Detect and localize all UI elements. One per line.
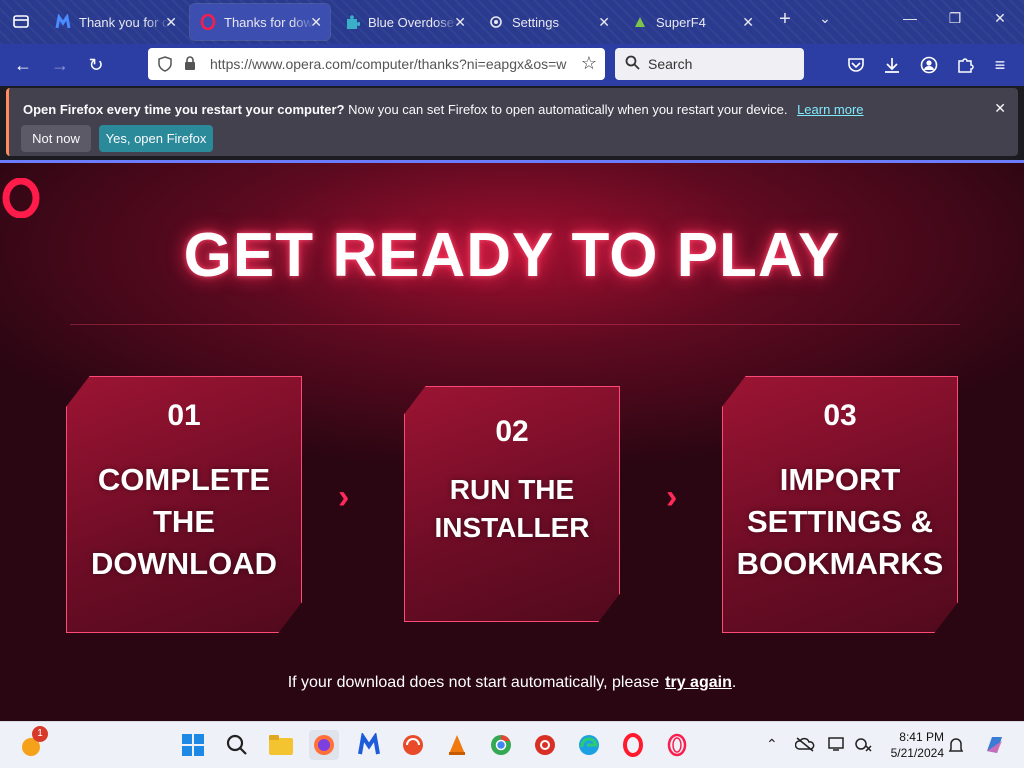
tab-label: Settings [512, 14, 559, 30]
back-button[interactable]: ← [10, 52, 36, 78]
close-icon[interactable]: ✕ [310, 14, 322, 31]
tab-blue-overdose[interactable]: Blue Overdose ✕ [334, 4, 474, 40]
tab-strip: Thank you for d ✕ Thanks for dow ✕ Blue … [0, 0, 1024, 44]
opera-gx-thanks-page: GET READY TO PLAY 01 COMPLETE THE DOWNLO… [0, 160, 1024, 721]
tab-label: Thank you for d [79, 14, 169, 30]
new-tab-button[interactable]: + [770, 8, 800, 31]
close-window-button[interactable]: ✕ [985, 10, 1015, 27]
network-disconnected-icon[interactable] [854, 736, 872, 755]
chevron-right-icon: › [338, 478, 350, 516]
search-placeholder: Search [648, 56, 693, 72]
clock-date: 5/21/2024 [890, 746, 944, 760]
tab-label: Thanks for dow [224, 14, 313, 30]
chrome-icon[interactable] [486, 730, 516, 760]
superf4-icon [632, 14, 648, 30]
edge-icon[interactable] [574, 730, 604, 760]
step-card-import: 03 IMPORT SETTINGS & BOOKMARKS [722, 376, 958, 633]
tracking-protection-icon[interactable] [157, 56, 173, 77]
yes-open-firefox-button[interactable]: Yes, open Firefox [99, 125, 213, 152]
search-input[interactable]: Search [615, 48, 804, 80]
tab-settings[interactable]: Settings ✕ [478, 4, 618, 40]
tab-opera-thanks[interactable]: Thanks for dow ✕ [190, 4, 330, 40]
step-title: IMPORT SETTINGS & BOOKMARKS [736, 462, 944, 581]
onedrive-offline-icon[interactable] [794, 736, 815, 755]
maximize-button[interactable]: ❐ [940, 10, 970, 27]
page-title: GET READY TO PLAY [183, 221, 841, 290]
tab-label: SuperF4 [656, 14, 706, 30]
display-icon[interactable] [828, 736, 846, 755]
downloads-icon[interactable] [879, 52, 905, 78]
not-now-button[interactable]: Not now [21, 125, 91, 152]
puzzle-icon [344, 14, 360, 30]
list-all-tabs-icon[interactable]: ⌄ [810, 10, 840, 27]
extensions-icon[interactable] [952, 52, 978, 78]
windows-start-icon[interactable] [178, 730, 208, 760]
weather-widget-icon[interactable]: 1 [18, 726, 48, 760]
opera-icon [200, 14, 216, 30]
notification-text: Now you can set Firefox to open automati… [348, 102, 788, 117]
step-number: 01 [167, 399, 201, 432]
close-icon[interactable]: ✕ [598, 14, 610, 31]
try-again-link[interactable]: try again [665, 674, 732, 691]
step-number: 03 [823, 399, 857, 432]
forward-button[interactable]: → [47, 52, 73, 78]
close-notification-icon[interactable]: ✕ [994, 100, 1006, 117]
address-bar[interactable]: https://www.opera.com/computer/thanks?ni… [148, 48, 605, 80]
tab-overview-icon[interactable] [8, 8, 34, 34]
chevron-right-icon: › [666, 478, 678, 516]
minimize-button[interactable]: — [895, 10, 925, 26]
bookmark-star-icon[interactable]: ☆ [581, 53, 597, 74]
file-explorer-icon[interactable] [266, 730, 296, 760]
reload-button[interactable]: ↻ [83, 52, 109, 78]
close-icon[interactable]: ✕ [165, 14, 177, 31]
divider [70, 324, 960, 325]
vlc-icon[interactable] [442, 730, 472, 760]
chrome-variant-icon[interactable] [530, 730, 560, 760]
step-title: COMPLETE THE DOWNLOAD [91, 462, 277, 581]
retry-text: If your download does not start automati… [287, 674, 660, 691]
notification-question: Open Firefox every time you restart your… [23, 102, 345, 117]
notification-bell-icon[interactable] [948, 736, 964, 757]
search-icon [625, 55, 640, 73]
close-icon[interactable]: ✕ [742, 14, 754, 31]
step-number: 02 [495, 415, 529, 448]
malwarebytes-icon[interactable] [354, 730, 384, 760]
tab-malwarebytes[interactable]: Thank you for d ✕ [45, 4, 185, 40]
firefox-icon[interactable] [309, 730, 339, 760]
menu-icon[interactable]: ≡ [987, 52, 1013, 78]
lock-icon[interactable] [183, 55, 197, 76]
search-icon[interactable] [222, 730, 252, 760]
copilot-icon[interactable] [980, 730, 1010, 760]
opera-logo[interactable] [2, 177, 40, 223]
learn-more-link[interactable]: Learn more [797, 102, 863, 117]
gear-icon [488, 14, 504, 30]
notification-message: Open Firefox every time you restart your… [23, 102, 864, 117]
account-icon[interactable] [916, 52, 942, 78]
show-hidden-icons-icon[interactable]: ⌃ [766, 736, 778, 753]
firefox-autostart-notification: Open Firefox every time you restart your… [6, 88, 1018, 156]
tab-label: Blue Overdose [368, 14, 454, 30]
url-text[interactable]: https://www.opera.com/computer/thanks?ni… [210, 56, 572, 72]
step-card-download: 01 COMPLETE THE DOWNLOAD [66, 376, 302, 633]
malwarebytes-icon [55, 14, 71, 30]
download-retry-note: If your download does not start automati… [287, 674, 737, 691]
windows-taskbar: 1 ⌃ 8:41 PM 5/21/2024 [0, 721, 1024, 768]
opera-icon[interactable] [618, 730, 648, 760]
pocket-icon[interactable] [843, 52, 869, 78]
system-clock[interactable]: 8:41 PM 5/21/2024 [880, 729, 944, 761]
tab-superf4[interactable]: SuperF4 ✕ [622, 4, 762, 40]
step-card-installer: 02 RUN THE INSTALLER [404, 386, 620, 622]
step-title: RUN THE INSTALLER [434, 474, 590, 543]
close-icon[interactable]: ✕ [454, 14, 466, 31]
notification-badge: 1 [32, 726, 48, 742]
ccleaner-icon[interactable] [398, 730, 428, 760]
clock-time: 8:41 PM [899, 730, 944, 744]
opera-gx-icon[interactable] [662, 730, 692, 760]
navigation-toolbar: ← → ↻ https://www.opera.com/computer/tha… [0, 44, 1024, 86]
